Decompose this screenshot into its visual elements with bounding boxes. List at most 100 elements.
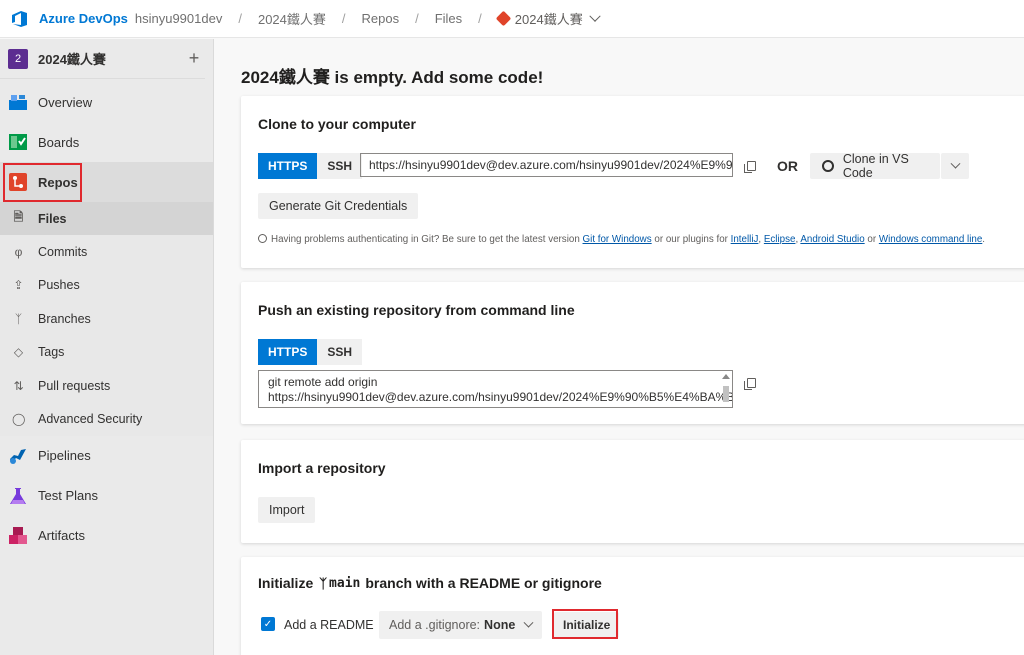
sidebar-item-test-plans[interactable]: Test Plans (0, 476, 213, 516)
sidebar-subitem-branches[interactable]: ᛉ Branches (0, 302, 213, 336)
sidebar-subitem-tags[interactable]: ◇ Tags (0, 335, 213, 369)
repo-icon (495, 10, 512, 27)
test-plans-icon (10, 487, 26, 504)
sidebar-subitem-commits[interactable]: φ Commits (0, 235, 213, 269)
sidebar-subitem-pull-requests[interactable]: ⇅ Pull requests (0, 368, 213, 403)
breadcrumb-project[interactable]: 2024鐵人賽 (258, 9, 326, 28)
sidebar-subitem-label: Files (38, 211, 67, 226)
push-command-textarea[interactable]: git remote add origin https://hsinyu9901… (258, 370, 733, 408)
artifacts-icon (9, 526, 27, 544)
add-icon[interactable]: + (183, 48, 205, 69)
breadcrumb-separator: / (478, 11, 482, 26)
git-for-windows-link[interactable]: Git for Windows (583, 234, 652, 245)
ssh-toggle[interactable]: SSH (317, 339, 363, 365)
commit-icon: φ (14, 245, 23, 260)
ssh-toggle[interactable]: SSH (317, 153, 363, 179)
sidebar-item-label: Pipelines (38, 448, 91, 464)
intellij-link[interactable]: IntelliJ (731, 234, 759, 245)
breadcrumb-separator: / (238, 11, 242, 26)
gitignore-label: Add a .gitignore: (389, 618, 481, 632)
sidebar-subitem-pushes[interactable]: ⇪ Pushes (0, 268, 213, 303)
push-command-line-1: git remote add origin (268, 375, 378, 389)
breadcrumb-files[interactable]: Files (435, 11, 462, 26)
import-button[interactable]: Import (258, 497, 316, 523)
main-content: 2024鐵人賽 is empty. Add some code! Clone t… (215, 39, 1024, 655)
repo-name: 2024鐵人賽 (514, 12, 583, 27)
https-toggle[interactable]: HTTPS (258, 339, 318, 365)
clone-vscode-button[interactable]: Clone in VS Code (810, 152, 940, 180)
sidebar-item-boards[interactable]: Boards (0, 122, 213, 162)
overview-icon (9, 95, 27, 110)
initialize-card: Initialize ᛉ main branch with a README o… (241, 557, 1024, 655)
sidebar-item-overview[interactable]: Overview (0, 82, 213, 122)
info-icon (258, 234, 267, 243)
sidebar-subitem-label: Pushes (38, 278, 80, 293)
breadcrumb-separator: / (415, 11, 419, 26)
auth-help-text: Having problems authenticating in Git? B… (258, 234, 985, 245)
brand-link[interactable]: Azure DevOps (39, 11, 128, 26)
copy-icon[interactable] (744, 378, 756, 390)
branch-name: main (329, 575, 361, 591)
branch-icon: ᛉ (14, 311, 23, 326)
clone-options-button[interactable] (941, 153, 969, 179)
push-protocol-toggle: HTTPS SSH (258, 339, 363, 365)
textarea-scrollbar[interactable] (722, 374, 730, 406)
shield-icon: ◯ (12, 412, 26, 427)
clone-heading: Clone to your computer (258, 116, 416, 132)
breadcrumb-repos[interactable]: Repos (362, 11, 400, 26)
sidebar-item-label: Boards (38, 134, 80, 150)
help-text-or: or (867, 234, 877, 245)
sidebar-item-artifacts[interactable]: Artifacts (0, 516, 213, 556)
sidebar-subitem-label: Pull requests (38, 378, 111, 393)
sidebar-item-label: Overview (38, 94, 93, 110)
push-icon: ⇪ (13, 278, 24, 293)
gitignore-dropdown[interactable]: Add a .gitignore: None (379, 611, 543, 639)
initialize-highlight-box (552, 609, 618, 639)
eclipse-link[interactable]: Eclipse (764, 234, 796, 245)
chevron-down-icon (950, 158, 960, 169)
repo-selector[interactable]: 2024鐵人賽 (495, 9, 601, 28)
windows-command-line-link[interactable]: Windows command line (879, 234, 982, 245)
breadcrumb-org[interactable]: hsinyu9901dev (135, 11, 222, 26)
page-title: 2024鐵人賽 is empty. Add some code! (241, 68, 544, 87)
azure-devops-logo-icon[interactable] (10, 9, 30, 29)
import-card: Import a repository Import (241, 440, 1024, 543)
chevron-down-icon (523, 617, 534, 628)
add-readme-label: Add a README (284, 618, 374, 632)
clone-url-input[interactable]: https://hsinyu9901dev@dev.azure.com/hsin… (360, 153, 733, 177)
initialize-heading: Initialize ᛉ main branch with a README o… (258, 575, 602, 591)
boards-icon (9, 134, 27, 150)
chevron-down-icon (589, 10, 601, 22)
push-card: Push an existing repository from command… (241, 282, 1024, 424)
clone-protocol-toggle: HTTPS SSH (258, 153, 363, 179)
clone-card: Clone to your computer HTTPS SSH https:/… (241, 96, 1024, 268)
https-toggle[interactable]: HTTPS (258, 153, 318, 179)
help-text-prefix: Having problems authenticating in Git? B… (271, 234, 580, 245)
project-header[interactable]: 2 2024鐵人賽 + (0, 39, 205, 79)
clone-vscode-label: Clone in VS Code (842, 152, 909, 180)
initialize-heading-suffix: branch with a README or gitignore (365, 575, 602, 591)
vscode-icon (822, 160, 834, 172)
readme-checkbox[interactable]: ✓ (261, 617, 275, 631)
sidebar-item-label: Artifacts (38, 528, 85, 544)
file-icon: 🗎 (13, 210, 24, 225)
copy-icon[interactable] (744, 161, 756, 173)
sidebar-subitem-label: Commits (38, 245, 88, 260)
project-badge: 2 (8, 48, 28, 69)
sidebar-subitem-label: Tags (38, 345, 65, 360)
gitignore-value: None (484, 618, 516, 632)
sidebar-subitem-label: Branches (38, 311, 91, 326)
sidebar-subitem-advanced-security[interactable]: ◯ Advanced Security (0, 402, 213, 436)
initialize-heading-prefix: Initialize (258, 575, 314, 591)
android-studio-link[interactable]: Android Studio (800, 234, 864, 245)
sidebar-item-pipelines[interactable]: Pipelines (0, 436, 213, 476)
breadcrumb-separator: / (341, 11, 346, 26)
sidebar-item-label: Test Plans (38, 488, 98, 504)
help-text-mid: or our plugins for (654, 234, 728, 245)
push-command-line-2: https://hsinyu9901dev@dev.azure.com/hsin… (268, 390, 732, 404)
sidebar-subitem-files[interactable]: 🗎 Files (0, 202, 213, 236)
push-heading: Push an existing repository from command… (258, 302, 575, 318)
generate-git-credentials-button[interactable]: Generate Git Credentials (258, 193, 419, 219)
sidebar: 2 2024鐵人賽 + Overview Boards Repos 🗎 File… (0, 39, 214, 655)
repos-highlight-box (3, 163, 82, 202)
